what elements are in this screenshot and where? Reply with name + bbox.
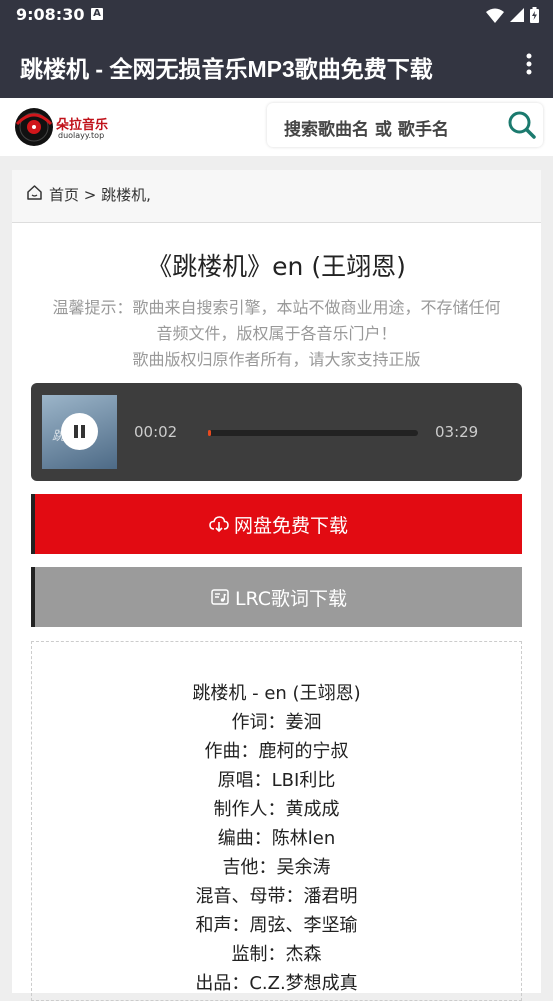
signal-icon [510,8,524,22]
lyric-line: 混音、母带：潘君明 [195,886,358,907]
breadcrumb-home-link[interactable]: 首页 [49,186,79,204]
search-placeholder: 搜索歌曲名 或 歌手名 [284,120,449,140]
status-icons [486,6,539,24]
progress-fill [208,430,212,436]
song-title: 《跳楼机》en (王翊恩) [147,252,406,281]
lyric-line: 和声：周弦、李坚瑜 [195,915,358,936]
breadcrumb-text: 首页 > 跳楼机, [49,184,151,205]
lyric-line: 作词：姜洄 [231,712,322,733]
vinyl-logo-icon [15,108,53,146]
app-bar: 跳楼机 - 全网无损音乐MP3歌曲免费下载 [0,30,553,98]
lyric-line: 跳楼机 - en (王翊恩) [192,683,361,704]
song-panel: 《跳楼机》en (王翊恩) 温馨提示：歌曲来自搜索引擎，本站不做商业用途，不存储… [12,223,541,1001]
status-bar: 9:08:30 A [0,0,553,30]
lyric-line: 监制：杰森 [231,944,322,965]
search-input[interactable]: 搜索歌曲名 或 歌手名 [267,103,543,147]
breadcrumb-separator: > [83,186,97,204]
pause-button[interactable] [61,413,98,450]
download-button-label: 网盘免费下载 [233,514,348,537]
breadcrumb: 首页 > 跳楼机, [12,170,541,223]
site-header: 朵拉音乐 duolayy.top 搜索歌曲名 或 歌手名 [0,98,553,156]
lyrics-box: 跳楼机 - en (王翊恩) 作词：姜洄 作曲：鹿柯的宁叔 原唱：LBI利比 制… [31,641,522,1001]
wifi-icon [486,8,504,23]
breadcrumb-current: 跳楼机, [101,186,151,204]
notification-a-icon: A [91,8,103,20]
lyric-line: 原唱：LBI利比 [217,770,336,791]
lyric-line: 作曲：鹿柯的宁叔 [204,741,349,762]
lrc-button-label: LRC歌词下载 [234,587,348,610]
lyric-line: 编曲：陈林len [217,828,336,849]
battery-icon [530,7,539,23]
app-title: 跳楼机 - 全网无损音乐MP3歌曲免费下载 [20,56,433,82]
tip-line: 音频文件，版权属于各音乐门户！ [156,324,397,343]
search-icon[interactable] [507,110,537,140]
duration: 03:29 [435,423,479,441]
lyrics-file-icon [211,589,229,605]
logo-subtext: duolayy.top [58,131,105,140]
tip-line: 温馨提示：歌曲来自搜索引擎，本站不做商业用途，不存储任何 [52,298,501,317]
lrc-download-button[interactable]: LRC歌词下载 [31,567,522,627]
site-logo[interactable]: 朵拉音乐 duolayy.top [14,106,124,148]
lyrics-list: 跳楼机 - en (王翊恩) 作词：姜洄 作曲：鹿柯的宁叔 原唱：LBI利比 制… [32,679,521,998]
cloud-download-icon [209,516,229,533]
copyright-tip: 温馨提示：歌曲来自搜索引擎，本站不做商业用途，不存储任何 音频文件，版权属于各音… [26,295,527,373]
current-time: 00:02 [134,423,178,441]
lyric-line: 制作人：黄成成 [213,799,340,820]
tip-line: 歌曲版权归原作者所有，请大家支持正版 [132,350,421,369]
lyric-line: 吉他：吴余涛 [222,857,331,878]
download-button[interactable]: 网盘免费下载 [31,494,522,554]
home-icon [27,185,42,200]
more-vert-icon[interactable] [525,52,533,76]
progress-bar[interactable] [208,430,418,436]
audio-player: 跳楼机 00:02 03:29 [31,383,522,481]
status-time: 9:08:30 [16,5,85,24]
